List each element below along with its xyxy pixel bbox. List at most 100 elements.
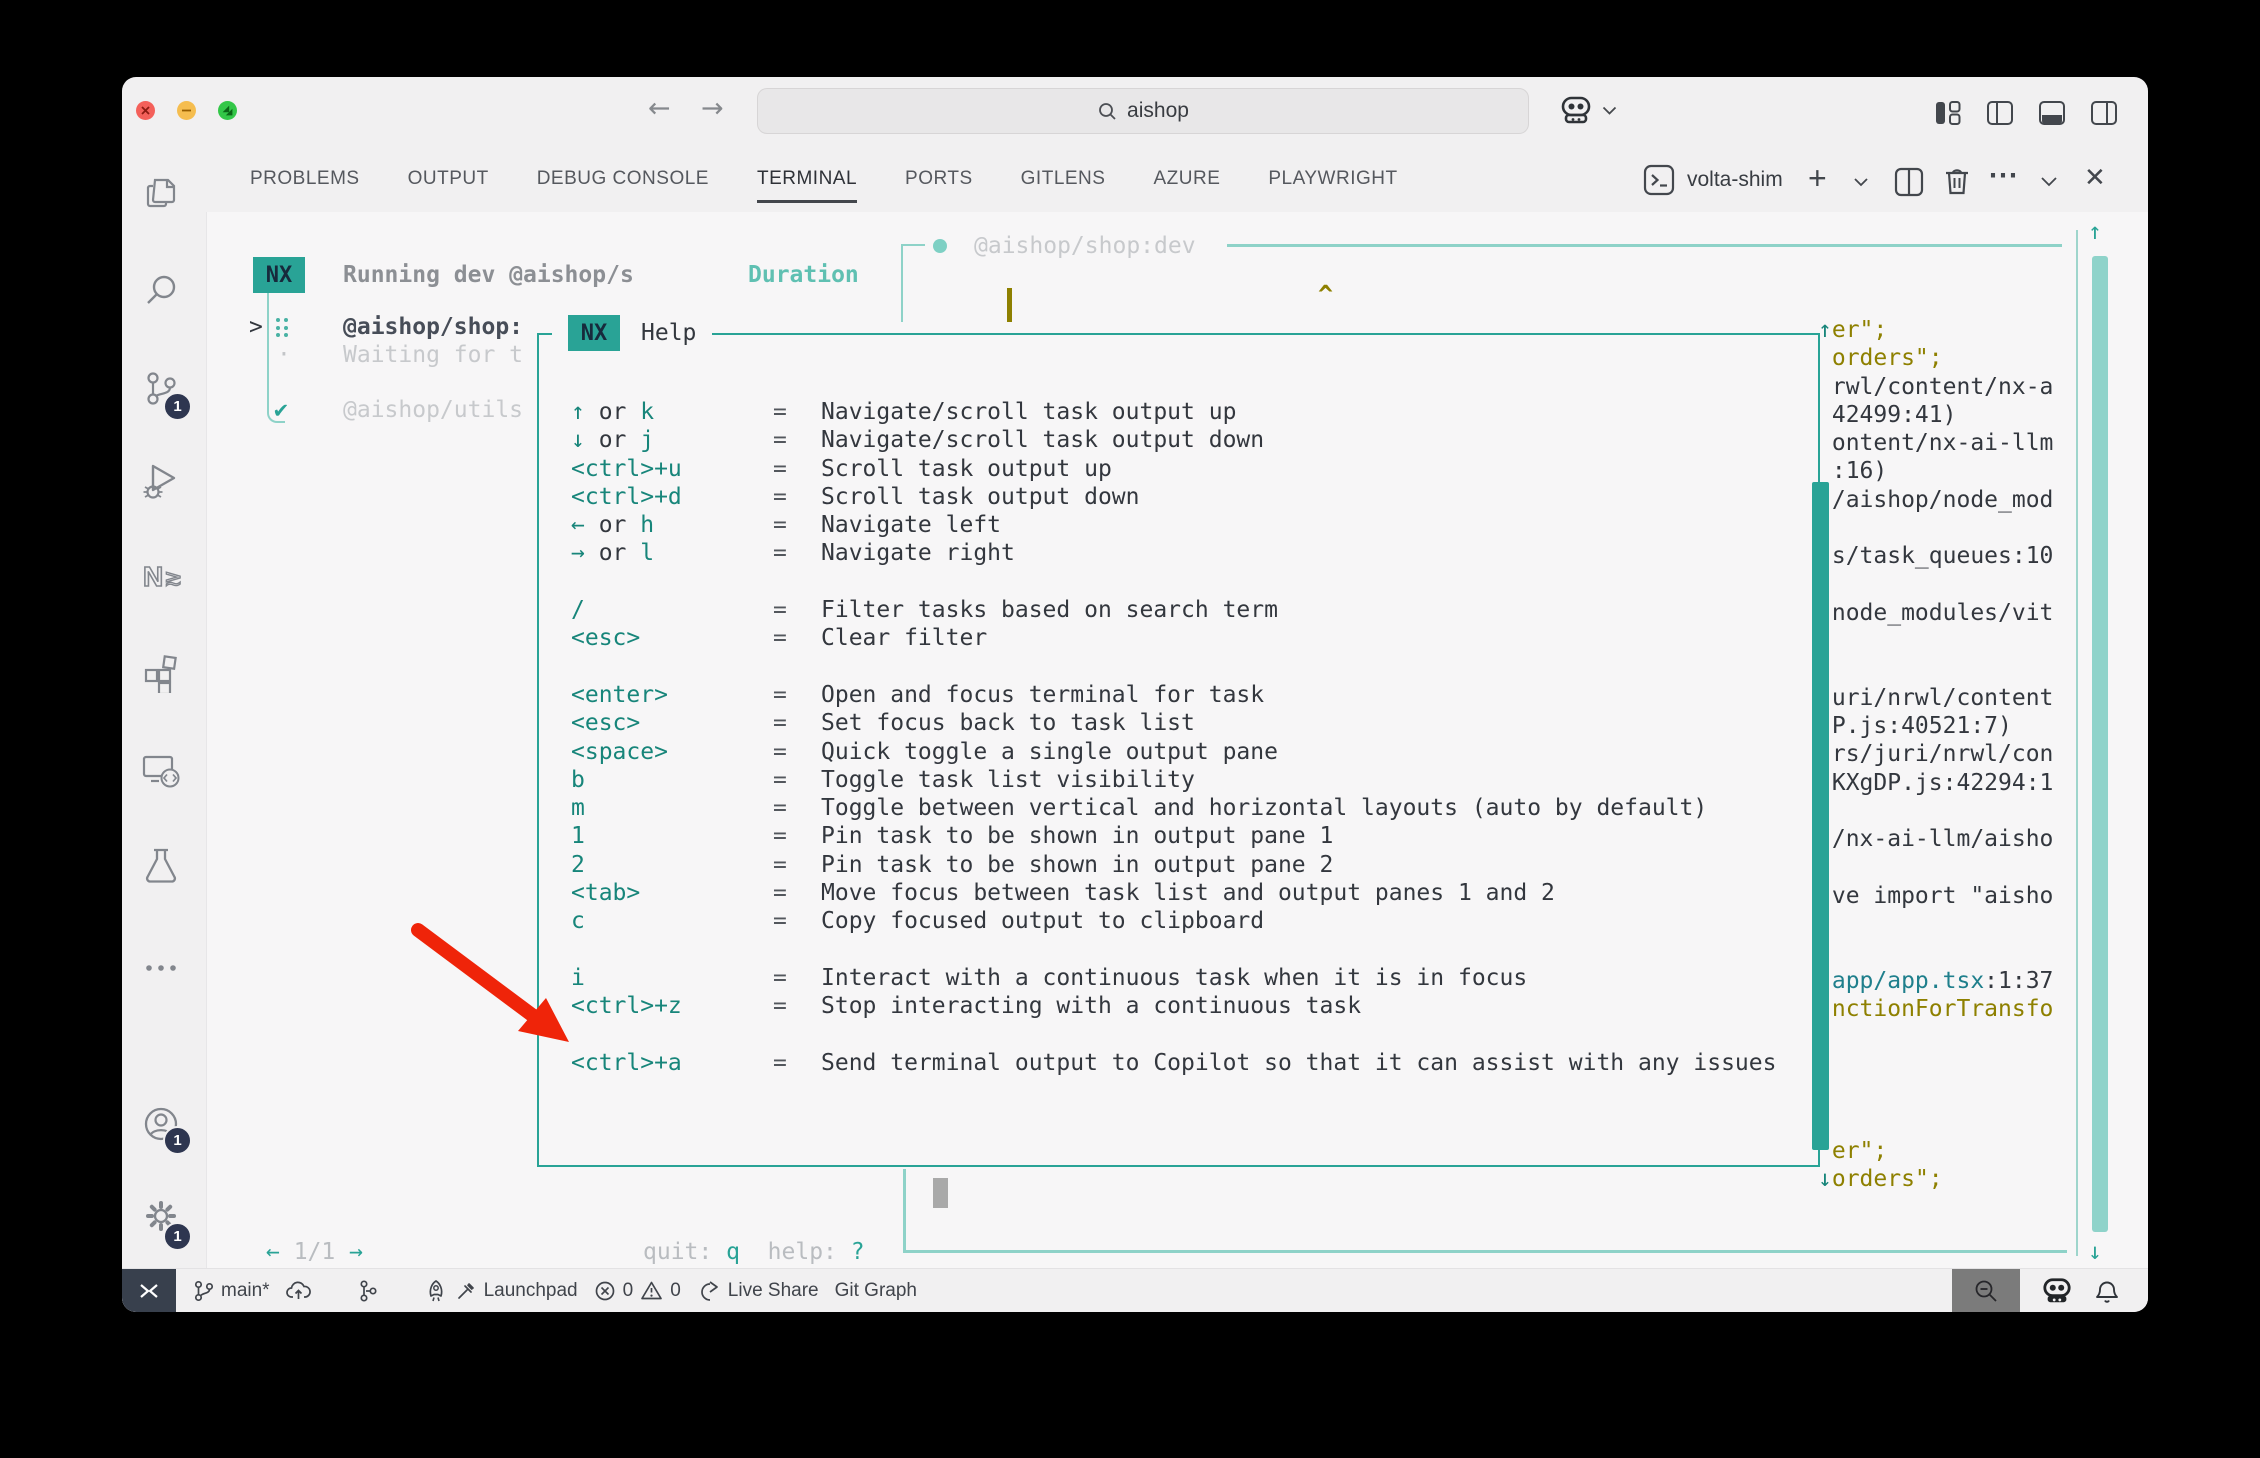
svg-text:N: N xyxy=(143,561,163,592)
scroll-up-icon[interactable]: ↑ xyxy=(2088,218,2102,246)
tab-playwright[interactable]: PLAYWRIGHT xyxy=(1268,162,1397,196)
fullscreen-icon xyxy=(218,101,237,120)
help-key: ? xyxy=(851,1239,865,1265)
error-count: 0 xyxy=(623,1280,634,1302)
terminal-list-item[interactable]: volta-shim xyxy=(1643,164,1783,196)
launchpad-item[interactable]: Launchpad xyxy=(424,1279,578,1303)
customize-layout-icon[interactable] xyxy=(1934,99,1962,127)
terminal-scrollbar-track xyxy=(2076,230,2078,1256)
live-share-label: Live Share xyxy=(728,1280,819,1302)
tab-output[interactable]: OUTPUT xyxy=(408,162,489,196)
remote-indicator[interactable] xyxy=(122,1269,176,1312)
status-dot: · xyxy=(277,341,291,369)
task-runner-title: Running dev @aishop/s xyxy=(343,261,634,289)
quit-label: quit: xyxy=(643,1239,726,1265)
toggle-secondary-sidebar-icon[interactable] xyxy=(2090,99,2118,127)
new-terminal-button[interactable]: + xyxy=(1808,160,1827,197)
history-back-button[interactable]: ← xyxy=(648,93,671,124)
zoom-status-item[interactable] xyxy=(1952,1269,2020,1312)
problems-item[interactable]: 0 0 xyxy=(594,1280,681,1302)
caret-glyph: ^ xyxy=(1318,281,1333,309)
forward-arrow-icon: → xyxy=(701,93,724,124)
task-list-prompt: > xyxy=(249,313,263,341)
cloud-upload-icon[interactable] xyxy=(286,1280,312,1302)
tab-ports[interactable]: PORTS xyxy=(905,162,973,196)
settings-badge: 1 xyxy=(163,1222,192,1251)
help-title: NX Help xyxy=(552,311,712,355)
screenshot-root: ← → aishop PROBLEMS OUTPUT DEBUG C xyxy=(0,0,2260,1458)
copilot-status-icon[interactable] xyxy=(2040,1276,2074,1306)
close-panel-button[interactable]: ✕ xyxy=(2084,162,2106,193)
live-share-item[interactable]: Live Share xyxy=(697,1279,819,1303)
warning-icon xyxy=(640,1280,663,1301)
quit-key: q xyxy=(726,1239,740,1265)
toggle-primary-sidebar-icon[interactable] xyxy=(1986,99,2014,127)
bell-icon[interactable] xyxy=(2094,1277,2120,1305)
launch-profile-chevron-icon[interactable] xyxy=(1853,177,1869,187)
scroll-indicator-block xyxy=(933,1178,948,1208)
output-pane-scrollbar-thumb[interactable] xyxy=(1812,482,1829,1150)
tab-debug-console[interactable]: DEBUG CONSOLE xyxy=(537,162,709,196)
command-center-search[interactable]: aishop xyxy=(757,88,1529,134)
pager-right-arrow-icon[interactable]: → xyxy=(349,1239,363,1265)
run-debug-icon[interactable] xyxy=(141,461,181,501)
help-label: help: xyxy=(768,1239,851,1265)
scm-badge: 1 xyxy=(163,392,192,421)
copilot-menu[interactable] xyxy=(1559,94,1617,126)
toggle-panel-icon[interactable] xyxy=(2038,99,2066,127)
pipeline-icon[interactable] xyxy=(358,1279,378,1303)
output-pane-corner xyxy=(901,244,925,322)
git-graph-label: Git Graph xyxy=(835,1280,917,1302)
panel-tab-bar: PROBLEMS OUTPUT DEBUG CONSOLE TERMINAL P… xyxy=(250,148,1398,210)
pager-left-arrow-icon[interactable]: ← xyxy=(266,1239,280,1265)
terminal-icon xyxy=(1643,164,1675,196)
tab-gitlens[interactable]: GITLENS xyxy=(1021,162,1106,196)
duration-column-label: Duration xyxy=(748,261,859,289)
close-window-button[interactable] xyxy=(136,101,155,120)
selected-task-label[interactable]: @aishop/shop: xyxy=(343,313,523,341)
kill-terminal-trash-icon[interactable] xyxy=(1943,166,1971,196)
extensions-icon[interactable] xyxy=(141,653,181,693)
close-icon xyxy=(136,101,155,120)
terminal-name: volta-shim xyxy=(1687,168,1783,192)
zoom-window-button[interactable] xyxy=(218,101,237,120)
search-value: aishop xyxy=(1127,99,1189,123)
remote-explorer-icon[interactable] xyxy=(141,751,181,791)
terminal-scrollbar-thumb[interactable] xyxy=(2092,256,2108,1232)
tab-azure[interactable]: AZURE xyxy=(1153,162,1220,196)
split-terminal-icon[interactable] xyxy=(1894,167,1924,197)
close-icon: ✕ xyxy=(2084,162,2106,192)
git-graph-item[interactable]: Git Graph xyxy=(835,1280,917,1302)
tools-icon xyxy=(455,1280,477,1302)
more-actions-button[interactable]: ⋯ xyxy=(1988,158,2019,193)
testing-icon[interactable] xyxy=(141,846,181,886)
history-forward-button[interactable]: → xyxy=(701,93,724,124)
copilot-icon xyxy=(1559,94,1593,126)
help-title-text: Help xyxy=(641,319,696,347)
task-status-text: Waiting for t xyxy=(343,341,523,369)
done-task-label[interactable]: @aishop/utils xyxy=(343,396,523,424)
more-views-icon[interactable] xyxy=(141,948,181,988)
status-bar: main* Launchpad 0 0 Live Share xyxy=(122,1268,2148,1312)
running-bullet-icon xyxy=(933,239,947,253)
minimize-window-button[interactable] xyxy=(177,101,196,120)
explorer-icon[interactable] xyxy=(141,173,181,213)
git-branch-item[interactable]: main* xyxy=(194,1280,270,1302)
minimize-icon xyxy=(177,101,196,120)
search-icon[interactable] xyxy=(141,270,181,310)
scroll-down-icon[interactable]: ↓ xyxy=(2088,1238,2102,1266)
tab-problems[interactable]: PROBLEMS xyxy=(250,162,360,196)
quit-help-hint: quit: q help: ? xyxy=(643,1238,865,1266)
help-rows: ↑ or k=Navigate/scroll task output up↓ o… xyxy=(537,398,1817,1077)
ellipsis-icon: ⋯ xyxy=(1988,159,2019,192)
svg-text:≳: ≳ xyxy=(164,565,181,590)
maximize-panel-chevron-icon[interactable] xyxy=(2040,176,2058,187)
rocket-icon xyxy=(424,1279,448,1303)
zoom-out-icon xyxy=(1973,1278,1999,1304)
output-pane-lines: ↑er"; orders"; rwl/content/nx-a 42499:41… xyxy=(1818,316,2082,1193)
nx-console-icon[interactable]: N ≳ xyxy=(141,557,181,597)
check-icon: ✔ xyxy=(274,396,288,424)
tab-terminal[interactable]: TERMINAL xyxy=(757,162,857,196)
task-pager: ← 1/1 → xyxy=(266,1238,363,1266)
output-pane-top-border xyxy=(1227,244,2062,247)
